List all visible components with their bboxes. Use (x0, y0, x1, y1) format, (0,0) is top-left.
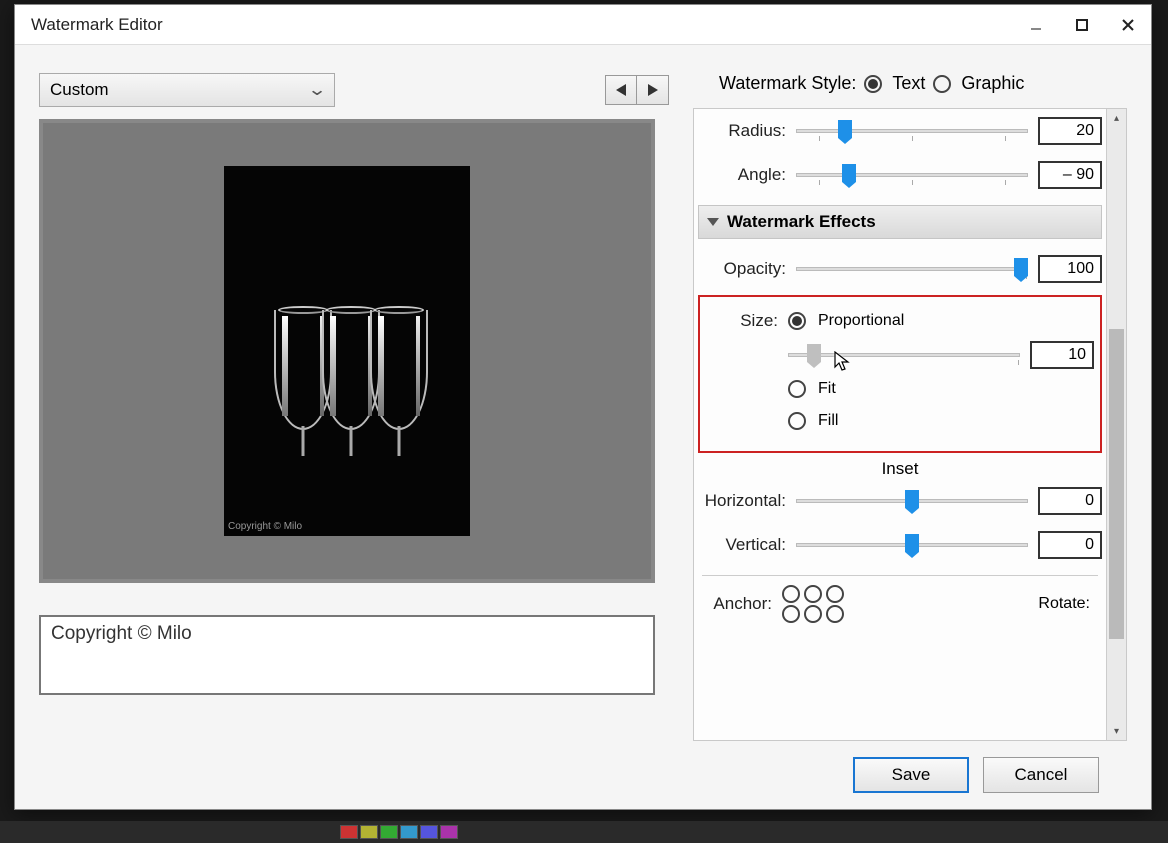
anchor-grid[interactable] (782, 585, 844, 603)
opacity-input[interactable] (1038, 255, 1102, 283)
prev-image-button[interactable] (605, 75, 637, 105)
close-button[interactable] (1105, 5, 1151, 45)
anchor-label: Anchor: (698, 594, 772, 614)
scrollbar-thumb[interactable] (1109, 329, 1124, 639)
inset-h-slider[interactable] (796, 490, 1028, 512)
settings-panel: Radius: Angle: (693, 108, 1127, 741)
watermark-text-input[interactable] (39, 615, 655, 695)
effects-header-label: Watermark Effects (727, 212, 876, 232)
titlebar: Watermark Editor (15, 5, 1151, 45)
save-button[interactable]: Save (853, 757, 969, 793)
opacity-label: Opacity: (698, 259, 786, 279)
watermark-style-row: Watermark Style: Text Graphic (693, 73, 1127, 94)
watermark-overlay: Copyright © Milo (228, 521, 302, 532)
style-text-label: Text (892, 73, 925, 94)
size-input[interactable] (1030, 341, 1094, 369)
scroll-down-icon[interactable]: ▾ (1107, 722, 1126, 740)
angle-slider[interactable] (796, 164, 1028, 186)
watermark-editor-dialog: Watermark Editor Custom ⌄ (14, 4, 1152, 810)
size-fill-radio[interactable] (788, 412, 806, 430)
panel-scrollbar[interactable]: ▴ ▾ (1106, 109, 1126, 740)
rotate-label: Rotate: (1038, 595, 1090, 613)
size-label: Size: (706, 311, 778, 331)
size-proportional-radio[interactable] (788, 312, 806, 330)
size-fill-label: Fill (818, 412, 838, 430)
inset-h-label: Horizontal: (698, 491, 786, 511)
radius-slider[interactable] (796, 120, 1028, 142)
preset-dropdown[interactable]: Custom ⌄ (39, 73, 335, 107)
preview-photo: Copyright © Milo (224, 166, 470, 536)
inset-v-input[interactable] (1038, 531, 1102, 559)
style-graphic-label: Graphic (961, 73, 1024, 94)
radius-label: Radius: (698, 121, 786, 141)
size-fit-radio[interactable] (788, 380, 806, 398)
chevron-down-icon: ⌄ (307, 80, 327, 100)
angle-label: Angle: (698, 165, 786, 185)
watermark-effects-header[interactable]: Watermark Effects (698, 205, 1102, 239)
app-status-bar (0, 821, 1168, 843)
maximize-button[interactable] (1059, 5, 1105, 45)
watermark-style-label: Watermark Style: (719, 73, 856, 94)
size-fit-label: Fit (818, 380, 836, 398)
inset-h-input[interactable] (1038, 487, 1102, 515)
size-section-highlight: Size: Proportional (698, 295, 1102, 453)
inset-v-label: Vertical: (698, 535, 786, 555)
minimize-button[interactable] (1013, 5, 1059, 45)
opacity-slider[interactable] (796, 258, 1028, 280)
preview-area: Copyright © Milo (39, 119, 655, 583)
inset-v-slider[interactable] (796, 534, 1028, 556)
size-proportional-label: Proportional (818, 312, 904, 330)
disclosure-triangle-icon (707, 218, 719, 226)
cancel-button[interactable]: Cancel (983, 757, 1099, 793)
inset-header: Inset (698, 459, 1102, 479)
style-graphic-radio[interactable] (933, 75, 951, 93)
style-text-radio[interactable] (864, 75, 882, 93)
size-slider[interactable] (788, 344, 1020, 366)
radius-input[interactable] (1038, 117, 1102, 145)
angle-input[interactable] (1038, 161, 1102, 189)
scroll-up-icon[interactable]: ▴ (1107, 109, 1126, 127)
next-image-button[interactable] (637, 75, 669, 105)
dialog-title: Watermark Editor (15, 15, 1013, 35)
preset-selected: Custom (50, 80, 109, 100)
